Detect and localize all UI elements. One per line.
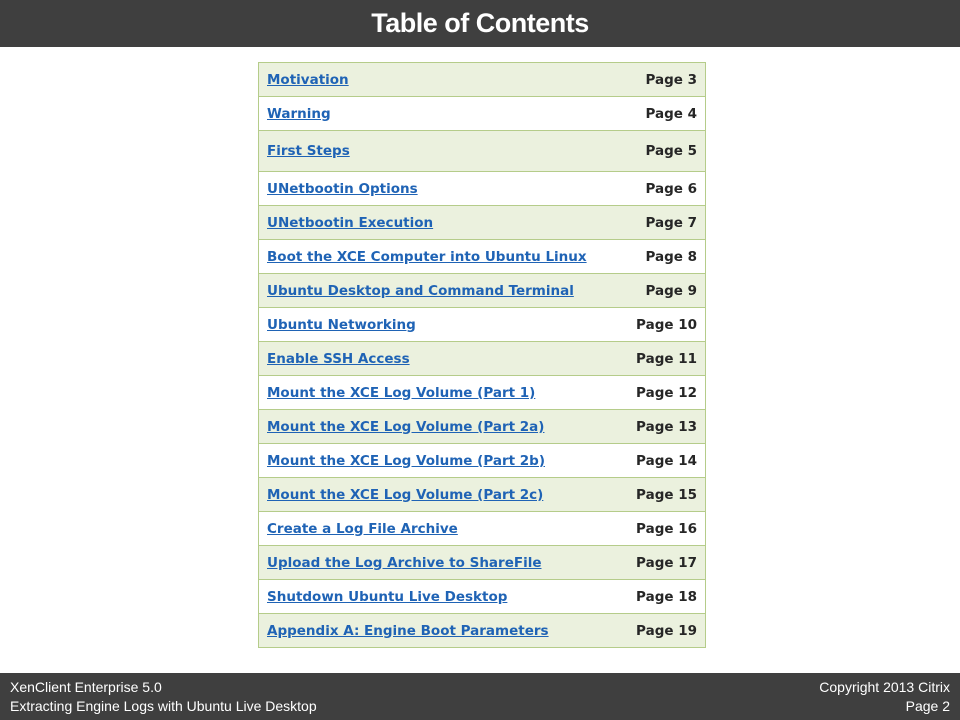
toc-link-ubuntu-networking[interactable]: Ubuntu Networking [267,317,416,333]
toc-page-number: Page 14 [621,443,706,478]
toc-page-number: Page 9 [621,273,706,308]
toc-page-number: Page 11 [621,341,706,376]
toc-page-number: Page 5 [621,130,706,172]
toc-row: Mount the XCE Log Volume (Part 2b) Page … [258,443,706,478]
toc-row: Shutdown Ubuntu Live Desktop Page 18 [258,579,706,614]
footer-right: Copyright 2013 Citrix Page 2 [819,678,950,716]
title-bar: Table of Contents [0,0,960,47]
toc-page-number: Page 13 [621,409,706,444]
toc-row: UNetbootin Options Page 6 [258,171,706,206]
toc-link-unetbootin-execution[interactable]: UNetbootin Execution [267,215,433,231]
toc-link-warning[interactable]: Warning [267,106,331,122]
page-title: Table of Contents [371,8,589,38]
toc-row: Mount the XCE Log Volume (Part 2c) Page … [258,477,706,512]
toc-link-mount-part-2c[interactable]: Mount the XCE Log Volume (Part 2c) [267,487,543,503]
toc-page-number: Page 7 [621,205,706,240]
toc-link-ubuntu-desktop-terminal[interactable]: Ubuntu Desktop and Command Terminal [267,283,574,299]
toc-page-number: Page 8 [621,239,706,274]
toc-row: Appendix A: Engine Boot Parameters Page … [258,613,706,648]
toc-link-boot-xce-computer[interactable]: Boot the XCE Computer into Ubuntu Linux [267,249,587,265]
toc-row: Warning Page 4 [258,96,706,131]
toc-row: First Steps Page 5 [258,130,706,172]
toc-row: Motivation Page 3 [258,62,706,97]
footer-copyright: Copyright 2013 Citrix [819,679,950,695]
footer-bar: XenClient Enterprise 5.0 Extracting Engi… [0,673,960,720]
toc-row: Ubuntu Desktop and Command Terminal Page… [258,273,706,308]
toc-page-number: Page 16 [621,511,706,546]
toc-row: Ubuntu Networking Page 10 [258,307,706,342]
toc-link-create-archive[interactable]: Create a Log File Archive [267,521,458,537]
toc-row: Mount the XCE Log Volume (Part 2a) Page … [258,409,706,444]
footer-page-number: Page 2 [905,698,950,714]
toc-page-number: Page 10 [621,307,706,342]
toc-link-mount-part-2b[interactable]: Mount the XCE Log Volume (Part 2b) [267,453,545,469]
toc-row: Upload the Log Archive to ShareFile Page… [258,545,706,580]
toc-page-number: Page 12 [621,375,706,410]
toc-page-number: Page 4 [621,96,706,131]
footer-doc-title: Extracting Engine Logs with Ubuntu Live … [10,698,317,714]
toc-page-number: Page 3 [621,62,706,97]
toc-row: Boot the XCE Computer into Ubuntu Linux … [258,239,706,274]
toc-page-number: Page 17 [621,545,706,580]
toc-link-unetbootin-options[interactable]: UNetbootin Options [267,181,418,197]
footer-left: XenClient Enterprise 5.0 Extracting Engi… [10,678,317,716]
toc-page-number: Page 18 [621,579,706,614]
toc-page-number: Page 19 [621,613,706,648]
toc-page-number: Page 6 [621,171,706,206]
toc-row: UNetbootin Execution Page 7 [258,205,706,240]
toc-link-upload-sharefile[interactable]: Upload the Log Archive to ShareFile [267,555,541,571]
toc-link-first-steps[interactable]: First Steps [267,143,350,159]
toc-link-enable-ssh[interactable]: Enable SSH Access [267,351,410,367]
toc-link-mount-part-1[interactable]: Mount the XCE Log Volume (Part 1) [267,385,535,401]
toc-row: Enable SSH Access Page 11 [258,341,706,376]
toc-link-motivation[interactable]: Motivation [267,72,349,88]
toc-row: Create a Log File Archive Page 16 [258,511,706,546]
toc-container: Motivation Page 3 Warning Page 4 First S… [258,62,706,648]
toc-page-number: Page 15 [621,477,706,512]
toc-link-appendix-a[interactable]: Appendix A: Engine Boot Parameters [267,623,549,639]
toc-row: Mount the XCE Log Volume (Part 1) Page 1… [258,375,706,410]
toc-table: Motivation Page 3 Warning Page 4 First S… [258,62,706,648]
toc-link-shutdown-ubuntu[interactable]: Shutdown Ubuntu Live Desktop [267,589,507,605]
footer-product: XenClient Enterprise 5.0 [10,679,162,695]
toc-link-mount-part-2a[interactable]: Mount the XCE Log Volume (Part 2a) [267,419,544,435]
